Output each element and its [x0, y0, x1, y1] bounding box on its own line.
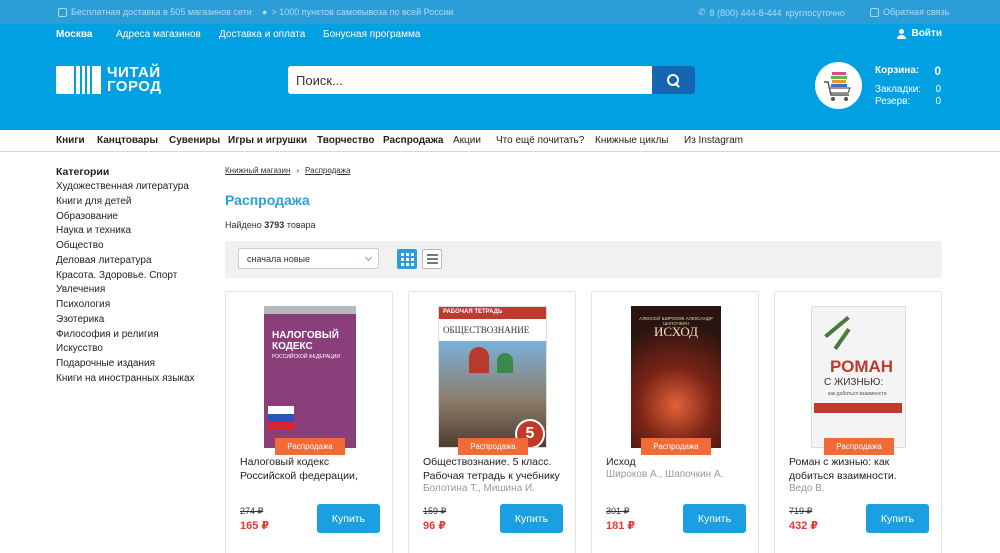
sort-select[interactable]: сначала новые	[238, 248, 379, 269]
header-link-stores[interactable]: Адреса магазинов	[116, 29, 201, 40]
price: 165 ₽	[240, 520, 270, 532]
sidebar-item-art[interactable]: Искусство	[56, 342, 216, 357]
results-count: Найдено 3793 товара	[225, 220, 316, 230]
category-sidebar: Категории Художественная литература Книг…	[56, 166, 216, 387]
sidebar-item-society[interactable]: Общество	[56, 239, 216, 254]
catnav-stationery[interactable]: Канцтовары	[97, 135, 158, 146]
logo-mark	[56, 66, 101, 94]
chat-icon	[870, 7, 879, 17]
delivery-info: Бесплатная доставка в 505 магазинов сети	[58, 7, 252, 17]
price: 96 ₽	[423, 520, 446, 532]
sidebar-item-education[interactable]: Образование	[56, 210, 216, 225]
sidebar-item-fiction[interactable]: Художественная литература	[56, 180, 216, 195]
catnav-games[interactable]: Игры и игрушки	[228, 135, 307, 146]
sidebar-heading: Категории	[56, 166, 110, 178]
sale-badge: Распродажа	[458, 438, 528, 455]
sidebar-item-health[interactable]: Красота. Здоровье. Спорт	[56, 269, 216, 284]
login-button[interactable]: Войти	[897, 28, 942, 39]
product-card[interactable]: НАЛОГОВЫЙ КОДЕКС РОССИЙСКОЙ ФЕДЕРАЦИИ Ра…	[225, 291, 393, 553]
old-price: 274 ₽	[240, 506, 264, 516]
catnav-sale[interactable]: Распродажа	[383, 135, 443, 146]
chevron-down-icon	[364, 253, 373, 262]
city-selector[interactable]: Москва	[56, 29, 92, 40]
product-card[interactable]: АЛЕКСЕЙ ШИРОКОВ АЛЕКСАНДР ШАПОЧКИН ИСХОД…	[591, 291, 759, 553]
logo-text: ЧИТАЙ ГОРОД	[107, 64, 162, 95]
book-cover[interactable]: НАЛОГОВЫЙ КОДЕКС РОССИЙСКОЙ ФЕДЕРАЦИИ	[264, 306, 356, 448]
breadcrumb: Книжный магазин › Распродажа	[225, 166, 351, 175]
catnav-books[interactable]: Книги	[56, 135, 85, 146]
product-title[interactable]: Исход	[606, 455, 751, 469]
catnav-promos[interactable]: Акции	[453, 135, 481, 146]
price: 181 ₽	[606, 520, 636, 532]
search-input[interactable]: Поиск...	[288, 66, 652, 94]
product-card[interactable]: РОМАН С ЖИЗНЬЮ: как добиться взаимности …	[774, 291, 942, 553]
reserve-count: 0	[935, 96, 941, 107]
old-price: 719 ₽	[789, 506, 813, 516]
catnav-instagram[interactable]: Из Instagram	[684, 135, 743, 146]
category-nav: Книги Канцтовары Сувениры Игры и игрушки…	[0, 130, 1000, 152]
sale-badge: Распродажа	[641, 438, 711, 455]
cart-label[interactable]: Корзина:	[875, 65, 919, 76]
top-info-bar: Бесплатная доставка в 505 магазинов сети…	[0, 0, 1000, 24]
sidebar-item-esoterics[interactable]: Эзотерика	[56, 313, 216, 328]
store-icon	[58, 7, 67, 17]
grid-view-button[interactable]	[397, 249, 417, 269]
buy-button[interactable]: Купить	[683, 504, 746, 533]
old-price: 159 ₽	[423, 506, 447, 516]
breadcrumb-sale[interactable]: Распродажа	[305, 166, 351, 175]
sidebar-item-business[interactable]: Деловая литература	[56, 254, 216, 269]
feedback-link[interactable]: Обратная связь	[870, 7, 949, 17]
user-icon	[897, 28, 907, 39]
product-title[interactable]: Роман с жизнью: как добиться взаимности.	[789, 455, 934, 483]
sale-badge: Распродажа	[275, 438, 345, 455]
list-view-button[interactable]	[422, 249, 442, 269]
header-link-delivery[interactable]: Доставка и оплата	[219, 29, 305, 40]
sidebar-item-psychology[interactable]: Психология	[56, 298, 216, 313]
book-cover[interactable]: АЛЕКСЕЙ ШИРОКОВ АЛЕКСАНДР ШАПОЧКИН ИСХОД	[631, 306, 721, 448]
buy-button[interactable]: Купить	[866, 504, 929, 533]
phone-icon: ✆	[698, 7, 706, 17]
logo[interactable]: ЧИТАЙ ГОРОД	[56, 64, 162, 95]
buy-button[interactable]: Купить	[500, 504, 563, 533]
sidebar-item-foreign[interactable]: Книги на иностранных языках	[56, 372, 216, 387]
old-price: 301 ₽	[606, 506, 630, 516]
sort-bar: сначала новые	[225, 241, 942, 278]
sale-badge: Распродажа	[824, 438, 894, 455]
sidebar-item-gifts[interactable]: Подарочные издания	[56, 357, 216, 372]
catnav-what-to-read[interactable]: Что ещё почитать?	[496, 135, 584, 146]
book-cover[interactable]: РОМАН С ЖИЗНЬЮ: как добиться взаимности	[811, 306, 906, 448]
price: 432 ₽	[789, 520, 819, 532]
site-header: Москва Адреса магазинов Доставка и оплат…	[0, 24, 1000, 130]
pickup-info: ● > 1000 пунктов самовывоза по всей Росс…	[262, 7, 454, 17]
reserve-label[interactable]: Резерв:	[875, 96, 910, 107]
sidebar-item-hobbies[interactable]: Увлечения	[56, 283, 216, 298]
product-author[interactable]: Болотина Т., Мишина И.	[423, 483, 568, 494]
sidebar-item-science[interactable]: Наука и техника	[56, 224, 216, 239]
breadcrumb-home[interactable]: Книжный магазин	[225, 166, 290, 175]
phone-info[interactable]: ✆ 8 (800) 444-8-444 круглосуточно	[698, 7, 845, 18]
location-pin-icon: ●	[262, 7, 268, 17]
book-cover[interactable]: РАБОЧАЯ ТЕТРАДЬ ОБЩЕСТВОЗНАНИЕ 5	[438, 306, 547, 448]
catnav-creativity[interactable]: Творчество	[317, 135, 375, 146]
search-icon	[667, 73, 680, 87]
bookmarks-count: 0	[935, 84, 941, 95]
header-link-bonus[interactable]: Бонусная программа	[323, 29, 420, 40]
product-title[interactable]: Налоговый кодекс Российской федерации,	[240, 455, 385, 483]
breadcrumb-separator: ›	[296, 166, 300, 175]
product-card[interactable]: РАБОЧАЯ ТЕТРАДЬ ОБЩЕСТВОЗНАНИЕ 5 Распрод…	[408, 291, 576, 553]
product-title[interactable]: Обществознание. 5 класс. Рабочая тетрадь…	[423, 455, 568, 483]
search-button[interactable]	[652, 66, 695, 94]
cart-icon	[824, 72, 851, 101]
product-author[interactable]: Широков А., Шапочкин А.	[606, 469, 751, 480]
cart-button[interactable]	[815, 62, 862, 109]
bookmarks-label[interactable]: Закладки:	[875, 84, 921, 95]
cart-count: 0	[934, 64, 941, 78]
product-author[interactable]: Ведо В.	[789, 483, 934, 494]
catnav-souvenirs[interactable]: Сувениры	[169, 135, 220, 146]
page-title: Распродажа	[225, 192, 310, 208]
buy-button[interactable]: Купить	[317, 504, 380, 533]
catnav-book-series[interactable]: Книжные циклы	[595, 135, 669, 146]
sidebar-item-philosophy[interactable]: Философия и религия	[56, 328, 216, 343]
sidebar-item-kids[interactable]: Книги для детей	[56, 195, 216, 210]
